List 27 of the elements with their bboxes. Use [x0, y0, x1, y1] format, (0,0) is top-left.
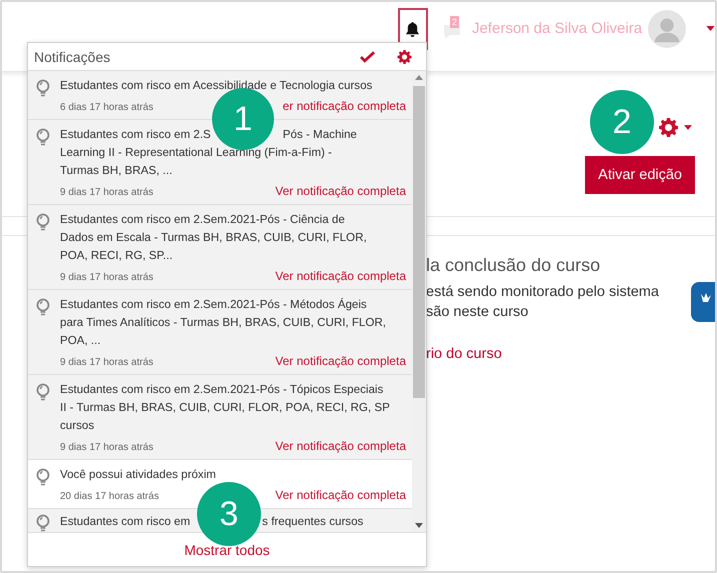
- notification-text: Estudantes com risco em 2.Sem.2021-Pós - Métodos Ágeis: [60, 297, 368, 313]
- notification-text: Estudantes com risco em 2.S: [60, 127, 211, 143]
- timestamp: 9 dias 17 horas atrás: [60, 442, 154, 453]
- timestamp: 6 dias 17 horas atrás: [60, 102, 154, 113]
- message-count-badge: 2: [450, 16, 459, 28]
- notification-text: para Times Analíticos - Turmas BH, BRAS, CUIB, CURI, FLOR,: [60, 315, 387, 331]
- notification-text: s frequentes cursos: [262, 514, 364, 530]
- timestamp: 9 dias 17 horas atrás: [60, 272, 154, 283]
- timestamp: 9 dias 17 horas atrás: [60, 357, 154, 368]
- description-text: são neste curso: [426, 304, 530, 320]
- description-text: está sendo monitorado pelo sistema: [426, 284, 660, 300]
- notification-text: POA, RECI, RG, SP...: [60, 248, 174, 264]
- section-title: la conclusão do curso: [426, 255, 602, 276]
- notification-text: cursos: [60, 418, 96, 434]
- notification-text: Estudantes com risco em 2.Sem.2021-Pós - Ciência de: [60, 212, 346, 228]
- step-number-tooltip: 2: [590, 90, 654, 154]
- timestamp: 20 dias 17 horas atrás: [60, 491, 159, 502]
- panel-title: Notificações: [34, 48, 112, 64]
- timestamp: 9 dias 17 horas atrás: [60, 187, 154, 198]
- notification-text: Turmas BH, BRAS, ...: [60, 163, 174, 179]
- notification-text: Dados em Escala - Turmas BH, BRAS, CUIB, CURI, FLOR,: [60, 230, 368, 246]
- notification-text: Estudantes com risco em: [60, 514, 190, 530]
- notification-text: POA, ...: [60, 333, 102, 349]
- notification-text: Estudantes com risco em 2.Sem.2021-Pós - Tópicos Especiais: [60, 382, 384, 398]
- notification-text: Pós - Machine: [282, 127, 357, 143]
- notification-text: II - Turmas BH, BRAS, CUIB, CURI, FLOR, POA, RECI, RG, SP: [60, 400, 391, 416]
- notification-text: Você possui atividades próxim: [60, 467, 217, 483]
